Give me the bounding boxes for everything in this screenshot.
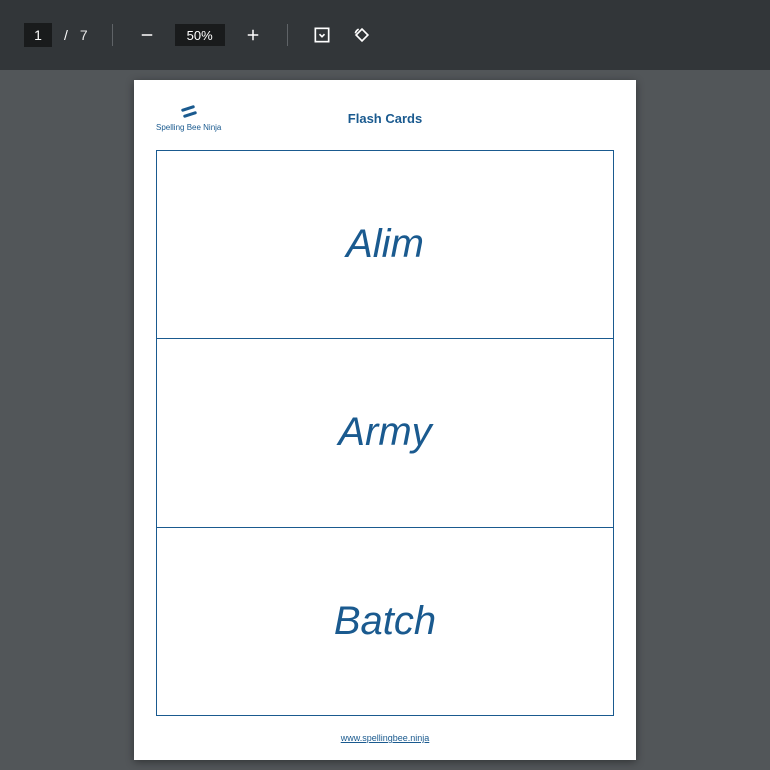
document-page: Spelling Bee Ninja Flash Cards Alim Army… (134, 80, 636, 760)
flash-card: Batch (157, 528, 613, 715)
card-word: Batch (334, 599, 436, 644)
page-separator: / (64, 27, 68, 43)
card-word: Alim (346, 222, 424, 267)
rotate-icon (352, 25, 372, 45)
brand-logo: Spelling Bee Ninja (156, 105, 221, 132)
logo-mark-icon (181, 105, 197, 121)
page-header: Spelling Bee Ninja Flash Cards (156, 98, 614, 138)
plus-icon (244, 26, 262, 44)
brand-name: Spelling Bee Ninja (156, 123, 221, 132)
flash-cards-grid: Alim Army Batch (156, 150, 614, 716)
card-word: Army (338, 410, 431, 455)
flash-card: Army (157, 339, 613, 527)
pdf-toolbar: / 7 50% (0, 0, 770, 70)
document-viewer[interactable]: Spelling Bee Ninja Flash Cards Alim Army… (0, 70, 770, 770)
document-title: Flash Cards (348, 111, 422, 126)
toolbar-divider (287, 24, 288, 46)
fit-page-button[interactable] (306, 19, 338, 51)
page-footer: www.spellingbee.ninja (156, 716, 614, 746)
footer-link[interactable]: www.spellingbee.ninja (341, 733, 430, 743)
zoom-level-display[interactable]: 50% (175, 24, 225, 46)
flash-card: Alim (157, 151, 613, 339)
zoom-out-button[interactable] (131, 19, 163, 51)
minus-icon (138, 26, 156, 44)
page-total: 7 (80, 27, 88, 43)
fit-page-icon (312, 25, 332, 45)
zoom-in-button[interactable] (237, 19, 269, 51)
toolbar-divider (112, 24, 113, 46)
page-number-input[interactable] (24, 23, 52, 47)
rotate-button[interactable] (346, 19, 378, 51)
